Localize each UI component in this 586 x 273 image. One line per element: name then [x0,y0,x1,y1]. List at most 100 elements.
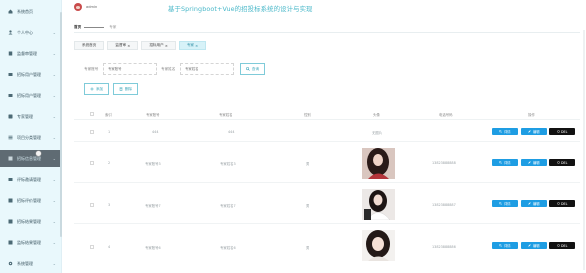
chevron-down-icon: ⌄ [52,261,56,266]
tab-label: 招标用户 [149,43,164,47]
mouse-cursor [36,151,41,156]
cell-account: 专家账号6 [145,246,161,250]
delete-row-button[interactable]: DEL [549,128,575,135]
tab-home[interactable]: 系统首页 [74,41,105,50]
detail-button[interactable]: 详情 [492,200,518,207]
delete-row-button[interactable]: DEL [549,242,575,249]
chevron-down-icon: ⌄ [52,93,56,98]
tab-bid-users[interactable]: 招标用户 × [141,41,176,50]
tab-bar: 系统首页 监督审 × 招标用户 × 专家 × [74,41,209,51]
search-button[interactable]: 查询 [240,63,265,75]
row-checkbox[interactable] [90,161,94,165]
star-icon [8,198,13,203]
detail-button[interactable]: 详情 [492,242,518,249]
cell-index: 3 [108,203,111,207]
sidebar-item-evaluations[interactable]: 招标评价管理 ⌄ [0,192,62,209]
sidebar: 系统首页 个人中心 ⌄ 监督审管理 ⌄ 招标用户管理 ⌄ 招标用户管理 ⌄ 专家… [0,0,62,273]
search-icon [246,67,250,71]
edit-button[interactable]: 编辑 [521,200,547,207]
expert-photo [362,189,395,220]
cell-phone: 13823888886 [432,245,456,249]
sidebar-scrollbar[interactable] [60,12,62,237]
add-button[interactable]: 添加 [84,83,109,95]
cell-gender: 男 [306,246,310,250]
delete-button[interactable]: 删除 [113,83,138,95]
sidebar-item-tender-info[interactable]: 招标信息管理 ⌄ [0,150,62,167]
add-button-label: 添加 [95,86,104,91]
chevron-down-icon: ⌄ [52,51,56,56]
cell-gender: 男 [306,162,310,166]
close-icon[interactable]: × [126,44,130,48]
detail-button[interactable]: 详情 [492,159,518,166]
account-search-input[interactable] [103,63,157,75]
breadcrumb-home[interactable]: 首页 [74,25,81,30]
sidebar-item-invitations[interactable]: 评标邀请管理 ⌄ [0,171,62,188]
mail-icon [8,177,13,182]
delete-icon [556,202,560,205]
cell-account: 444 [152,130,159,134]
tab-experts[interactable]: 专家 × [178,41,207,50]
people-icon [8,93,13,98]
chevron-down-icon: ⌄ [52,135,56,140]
tab-supervisor[interactable]: 监督审 × [107,41,139,50]
delete-icon [556,161,560,164]
edit-button[interactable]: 编辑 [521,242,547,249]
sidebar-item-profile[interactable]: 个人中心 ⌄ [0,24,62,41]
expert-photo [362,230,395,261]
delete-row-button[interactable]: DEL [549,200,575,207]
sidebar-item-label: 项目分类管理 [17,134,41,140]
sidebar-item-categories[interactable]: 项目分类管理 ⌄ [0,129,62,146]
search-icon [499,244,503,247]
row-checkbox[interactable] [90,203,94,207]
row-divider [74,141,580,142]
delete-label: DEL [561,160,568,165]
search-button-label: 查询 [251,66,260,71]
cell-phone: 13823888888 [432,161,456,165]
cell-account: 专家账号7 [145,204,161,208]
edit-label: 编辑 [532,244,540,248]
select-all-checkbox[interactable] [90,112,94,116]
name-search-input[interactable] [180,63,234,75]
sidebar-item-label: 招标用户管理 [17,71,41,77]
sidebar-item-label: 招标评价管理 [17,197,41,203]
close-icon[interactable]: × [164,44,168,48]
sidebar-item-experts[interactable]: 专家管理 ⌄ [0,108,62,125]
doc-icon [8,51,13,56]
row-checkbox[interactable] [90,245,94,249]
sidebar-item-tender-users[interactable]: 招标用户管理 ⌄ [0,87,62,104]
avatar[interactable] [74,3,82,11]
tab-label: 监督审 [115,43,127,47]
close-icon[interactable]: × [194,44,198,48]
sidebar-item-supervisor[interactable]: 监督审管理 ⌄ [0,45,62,62]
sidebar-item-results[interactable]: 招标结果管理 ⌄ [0,213,62,230]
cell-photo-text: 无图片 [372,131,383,135]
page-title: 基于Springboot+Vue的招投标系统的设计与实现 [168,5,313,13]
delete-row-button[interactable]: DEL [549,159,575,166]
edit-label: 编辑 [532,202,540,206]
edit-label: 编辑 [532,161,540,165]
sidebar-item-home[interactable]: 系统首页 [0,3,62,20]
chevron-down-icon: ⌄ [52,72,56,77]
edit-button[interactable]: 编辑 [521,128,547,135]
sidebar-item-label: 监督审管理 [17,50,37,56]
sidebar-item-system[interactable]: 系统管理 ⌄ [0,255,62,272]
edit-button[interactable]: 编辑 [521,159,547,166]
chevron-down-icon: ⌄ [52,240,56,245]
cell-index: 2 [108,161,111,165]
list-icon [8,135,13,140]
delete-button-label: 删除 [124,86,133,91]
sidebar-item-label: 评标邀请管理 [17,176,41,182]
cell-gender: 男 [306,204,310,208]
search-icon [499,130,503,133]
sidebar-item-bid-users[interactable]: 招标用户管理 ⌄ [0,66,62,83]
main-scrollbar[interactable] [583,30,585,270]
sidebar-item-label: 招标用户管理 [17,92,41,98]
sidebar-item-label: 系统首页 [17,8,33,14]
sidebar-item-monitor-results[interactable]: 监标结果管理 ⌄ [0,234,62,251]
cell-index: 1 [108,130,111,134]
detail-button[interactable]: 详情 [492,128,518,135]
detail-label: 详情 [503,202,511,206]
column-header-phone: 电话号码 [439,113,453,117]
row-checkbox[interactable] [90,130,94,134]
cell-name: 专家姓名7 [220,204,236,208]
